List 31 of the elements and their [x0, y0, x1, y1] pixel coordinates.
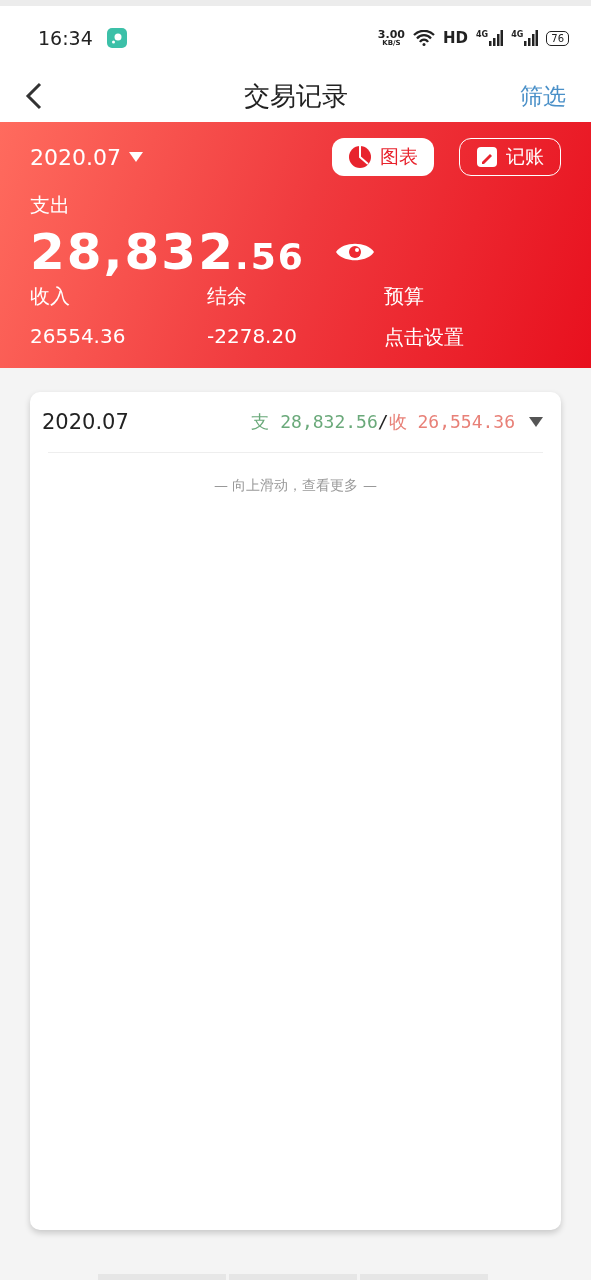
stat-value: 26554.36 [30, 324, 127, 350]
record-button[interactable]: 记账 [459, 138, 561, 176]
network-type: 4G [511, 30, 524, 39]
stat-label: 收入 [30, 283, 71, 310]
back-button[interactable] [25, 82, 43, 110]
pie-chart-icon [348, 145, 372, 169]
signal-icon [524, 30, 539, 46]
scroll-hint: — 向上滑动，查看更多 — [213, 477, 378, 495]
hd-indicator: HD [442, 29, 468, 47]
battery-indicator: 76 [546, 30, 569, 46]
caret-icon [129, 152, 143, 162]
network-type: 4G [476, 30, 489, 39]
stat-label: 预算 [384, 283, 425, 310]
wifi-icon [412, 30, 435, 46]
page-title: 交易记录 [243, 80, 348, 111]
expense-label: 支出 [30, 192, 71, 219]
chart-button[interactable]: 图表 [332, 138, 434, 176]
network-speed: 3.00 [377, 29, 405, 40]
signal-icon [489, 30, 504, 46]
month-label: 2020.07 [42, 410, 129, 434]
status-time: 16:34 [38, 27, 93, 49]
month-selector[interactable]: 2020.07 [30, 144, 143, 170]
stat-label: 结余 [207, 283, 248, 310]
month-totals: 支 28,832.56/收 26,554.36 [251, 410, 515, 434]
edit-icon [476, 146, 498, 168]
expand-toggle[interactable] [529, 417, 543, 427]
filter-button[interactable]: 筛选 [520, 80, 566, 112]
expense-amount: 28,832.56 [30, 223, 305, 281]
stat-value: -2278.20 [207, 324, 298, 350]
stat-value: 点击设置 [384, 324, 465, 351]
app-notification-icon [106, 28, 127, 48]
